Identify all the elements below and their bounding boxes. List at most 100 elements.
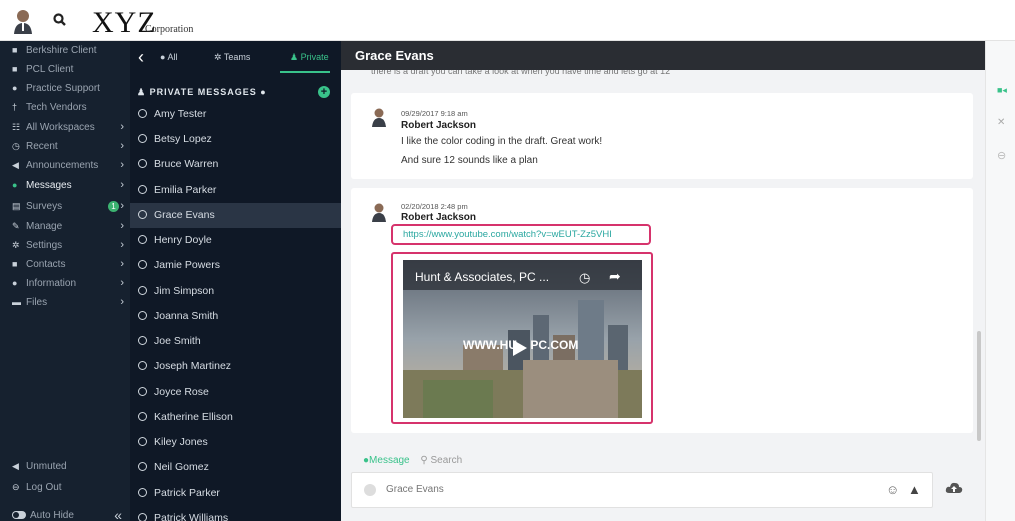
folder-icon: ▬: [12, 297, 21, 307]
nav-item-practice-support[interactable]: ● Practice Support: [0, 79, 130, 98]
message-card: 09/29/2017 9:18 am Robert Jackson I like…: [351, 93, 973, 179]
nav-item-tech-vendors[interactable]: † Tech Vendors: [0, 98, 130, 117]
nav-item-recent[interactable]: ◷ Recent ›: [0, 137, 130, 156]
contact-item[interactable]: Henry Doyle: [130, 228, 341, 253]
search-icon: ⚲: [420, 455, 431, 466]
message-text: I like the color coding in the draft. Gr…: [401, 136, 603, 147]
contact-item[interactable]: Jamie Powers: [130, 253, 341, 278]
info-icon: ●: [12, 278, 18, 288]
company-logo-sub: Corporation: [145, 24, 194, 35]
left-nav: ■ Berkshire Client ■ PCL Client ● Practice …: [0, 41, 130, 521]
contact-item[interactable]: Amy Tester: [130, 102, 341, 127]
leave-icon[interactable]: ⊖: [997, 149, 1006, 162]
tab-private[interactable]: ♟ Private: [290, 52, 329, 63]
nav-item-information[interactable]: ● Information ›: [0, 274, 130, 293]
nav-item-manage[interactable]: ✎ Manage ›: [0, 217, 130, 236]
chat-icon: ●: [12, 180, 18, 190]
youtube-link[interactable]: https://www.youtube.com/watch?v=wEUT-Zz5…: [403, 229, 612, 240]
contact-item[interactable]: Kiley Jones: [130, 430, 341, 455]
contact-item[interactable]: Patrick Williams: [130, 506, 341, 521]
clock-icon: ◷: [12, 141, 20, 151]
status-circle-icon: [138, 134, 147, 143]
nav-item-all-workspaces[interactable]: ☷ All Workspaces ›: [0, 118, 130, 137]
contacts-icon: ■: [12, 259, 18, 269]
unmuted-toggle[interactable]: ◀ Unmuted: [0, 457, 130, 476]
share-icon[interactable]: ➦: [609, 268, 621, 285]
contact-item[interactable]: Jim Simpson: [130, 279, 341, 304]
chat-scrollbar[interactable]: [977, 331, 981, 441]
help-icon[interactable]: ●: [260, 87, 266, 97]
user-avatar-icon[interactable]: [12, 8, 34, 34]
emoji-icon[interactable]: ☺: [886, 482, 899, 497]
nav-item-messages[interactable]: ● Messages ›: [0, 176, 130, 195]
chevron-right-icon: ›: [120, 121, 124, 133]
contact-item[interactable]: Betsy Lopez: [130, 127, 341, 152]
chevron-right-icon: ›: [120, 179, 124, 191]
person-icon: †: [12, 102, 18, 112]
status-circle-icon: [138, 260, 147, 269]
status-circle-icon: [138, 185, 147, 194]
person-icon: ♟: [137, 87, 150, 97]
status-circle-icon: [138, 109, 147, 118]
status-circle-icon: [138, 235, 147, 244]
message-input[interactable]: [386, 484, 846, 495]
nav-item-pcl-client[interactable]: ■ PCL Client: [0, 60, 130, 79]
contact-item[interactable]: Joe Smith: [130, 329, 341, 354]
chat-bubble-icon: [364, 484, 376, 496]
video-call-icon[interactable]: ■◂: [997, 85, 1007, 96]
contact-item[interactable]: Patrick Parker: [130, 481, 341, 506]
tab-message[interactable]: ●Message: [363, 455, 410, 466]
nav-item-files[interactable]: ▬ Files ›: [0, 293, 130, 312]
clipboard-icon: ▤: [12, 201, 21, 211]
status-circle-icon: [138, 311, 147, 320]
cloud-upload-icon[interactable]: [945, 480, 963, 496]
contact-item[interactable]: Emilia Parker: [130, 178, 341, 203]
contact-item[interactable]: Joyce Rose: [130, 380, 341, 405]
status-circle-icon: [138, 286, 147, 295]
contact-item-selected[interactable]: Grace Evans: [130, 203, 341, 228]
status-circle-icon: [138, 437, 147, 446]
top-bar: XYZ Corporation: [0, 0, 1015, 41]
logout-icon: ⊖: [12, 482, 20, 492]
tab-search[interactable]: ⚲ Search: [420, 455, 462, 466]
chevron-right-icon: ›: [120, 140, 124, 152]
speaker-icon: ◀: [12, 461, 19, 471]
mute-icon[interactable]: ✕: [997, 117, 1005, 128]
status-circle-icon: [138, 159, 147, 168]
contact-item[interactable]: Neil Gomez: [130, 455, 341, 480]
watch-later-icon[interactable]: ◷: [579, 270, 590, 286]
search-icon[interactable]: [52, 12, 68, 28]
status-circle-icon: [138, 361, 147, 370]
contact-item[interactable]: Bruce Warren: [130, 152, 341, 177]
logout-button[interactable]: ⊖ Log Out: [0, 478, 130, 497]
contact-item[interactable]: Katherine Ellison: [130, 405, 341, 430]
autohide-toggle[interactable]: Auto Hide «: [0, 506, 130, 521]
message-text: And sure 12 sounds like a plan: [401, 155, 538, 166]
tab-all[interactable]: ● All: [160, 52, 177, 62]
chevron-right-icon: ›: [120, 200, 124, 212]
chat-panel: there is a draft you can take a look at …: [341, 41, 1015, 521]
nav-item-announcements[interactable]: ◀ Announcements ›: [0, 156, 130, 175]
contact-item[interactable]: Joanna Smith: [130, 304, 341, 329]
nav-item-settings[interactable]: ✲ Settings ›: [0, 236, 130, 255]
chat-title: Grace Evans: [355, 48, 434, 63]
video-embed[interactable]: Hunt & Associates, PC ... ◷ ➦ WWW.HU PC.…: [403, 260, 642, 418]
author-avatar-icon: [372, 203, 386, 222]
nav-item-contacts[interactable]: ■ Contacts ›: [0, 255, 130, 274]
chevron-right-icon: ›: [120, 258, 124, 270]
chevron-right-icon: ›: [120, 220, 124, 232]
collapse-icon[interactable]: «: [114, 506, 122, 521]
warning-icon[interactable]: ▲: [908, 482, 921, 497]
briefcase-icon: ■: [12, 45, 18, 55]
contacts-panel: ‹ ● All ✲ Teams ♟ Private ♟ PRIVATE MESS…: [130, 41, 341, 521]
message-author: Robert Jackson: [401, 212, 477, 223]
app-window: XYZ Corporation ■ Berkshire Client ■ PCL C…: [0, 0, 1015, 521]
tab-teams[interactable]: ✲ Teams: [214, 52, 250, 63]
add-message-button[interactable]: +: [318, 86, 330, 98]
back-chevron-icon[interactable]: ‹: [138, 47, 144, 68]
contact-item[interactable]: Joseph Martinez: [130, 354, 341, 379]
chevron-right-icon: ›: [120, 277, 124, 289]
nav-item-berkshire-client[interactable]: ■ Berkshire Client: [0, 41, 130, 60]
status-circle-icon: [138, 488, 147, 497]
contact-tabs: ‹ ● All ✲ Teams ♟ Private: [130, 41, 341, 77]
